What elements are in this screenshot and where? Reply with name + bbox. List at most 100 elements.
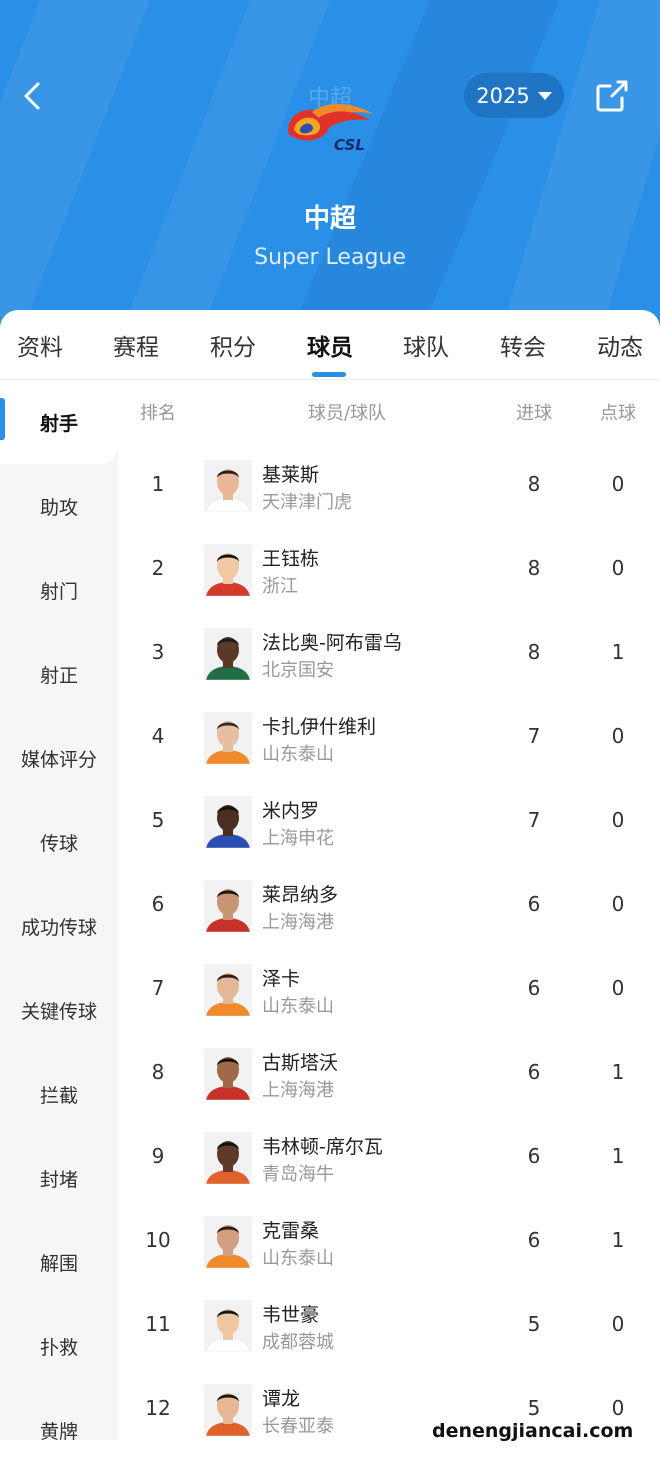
league-title-cn: 中超	[303, 204, 356, 234]
tab-schedule[interactable]: 赛程	[96, 328, 176, 362]
player-name: 王钰栋	[262, 548, 320, 570]
table-row[interactable]: 6 莱昂纳多 上海海港 6 0	[118, 866, 660, 950]
rank-cell: 11	[145, 1312, 171, 1336]
player-name: 韦世豪	[262, 1304, 320, 1326]
player-team: 青岛海牛	[262, 1164, 334, 1185]
player-name: 法比奥-阿布雷乌	[262, 632, 402, 654]
table-row[interactable]: 10 克雷桑 山东泰山 6 1	[118, 1202, 660, 1286]
watermark: denengjiancai.com	[432, 1420, 634, 1442]
penalties-cell: 0	[611, 976, 625, 1000]
sidebar-item-successful-passes[interactable]: 成功传球	[0, 884, 118, 968]
goals-cell: 5	[527, 1396, 541, 1420]
player-avatar	[204, 880, 252, 932]
tab-standings[interactable]: 积分	[193, 328, 273, 362]
caret-down-icon	[537, 91, 552, 100]
table-row[interactable]: 8 古斯塔沃 上海海港 6 1	[118, 1034, 660, 1118]
header-background-pattern	[0, 0, 660, 335]
player-team: 浙江	[262, 576, 298, 597]
player-team: 山东泰山	[262, 744, 334, 765]
goals-cell: 6	[527, 1060, 541, 1084]
active-tab-indicator	[312, 372, 346, 377]
tab-players[interactable]: 球员	[290, 328, 370, 362]
sidebar-item-goals[interactable]: 射手	[0, 380, 118, 464]
tab-transfers[interactable]: 转会	[483, 328, 563, 362]
league-header: 中超 CSL 2025 中超 Super League	[0, 0, 660, 335]
goals-cell: 6	[527, 1144, 541, 1168]
active-category-indicator	[0, 398, 5, 440]
goals-cell: 8	[527, 472, 541, 496]
table-row[interactable]: 1 基莱斯 天津津门虎 8 0	[118, 446, 660, 530]
penalties-cell: 0	[611, 808, 625, 832]
goals-cell: 7	[527, 724, 541, 748]
table-row[interactable]: 3 法比奥-阿布雷乌 北京国安 8 1	[118, 614, 660, 698]
back-button[interactable]	[14, 76, 54, 116]
penalties-cell: 0	[611, 892, 625, 916]
rank-cell: 1	[151, 472, 165, 496]
player-avatar	[204, 712, 252, 764]
table-row[interactable]: 9 韦林顿-席尔瓦 青岛海牛 6 1	[118, 1118, 660, 1202]
rank-cell: 2	[151, 556, 165, 580]
tab-teams[interactable]: 球队	[386, 328, 466, 362]
goals-cell: 8	[527, 640, 541, 664]
player-avatar	[204, 964, 252, 1016]
table-row[interactable]: 5 米内罗上海申花 7 0	[118, 782, 660, 866]
table-row[interactable]: 4 卡扎伊什维利 山东泰山 7 0	[118, 698, 660, 782]
player-avatar	[204, 1132, 252, 1184]
stat-category-sidebar: 射手 助攻 射门 射正 媒体评分 传球 成功传球 关键传球 拦截 封堵 解围 扑…	[0, 380, 118, 1443]
sidebar-item-blocks[interactable]: 封堵	[0, 1136, 118, 1220]
player-team: 上海申花	[262, 828, 334, 849]
player-team: 天津津门虎	[262, 492, 352, 513]
player-avatar	[204, 1384, 252, 1436]
csl-logo-text: CSL	[334, 136, 365, 154]
player-avatar	[204, 544, 252, 596]
share-button[interactable]	[592, 76, 632, 116]
rank-cell: 8	[151, 1060, 165, 1084]
player-name: 谭龙	[262, 1388, 301, 1410]
goals-cell: 6	[527, 1228, 541, 1252]
sidebar-item-passes[interactable]: 传球	[0, 800, 118, 884]
penalties-cell: 1	[611, 1144, 625, 1168]
goals-cell: 6	[527, 976, 541, 1000]
player-team: 上海海港	[262, 1080, 334, 1101]
penalties-cell: 0	[611, 724, 625, 748]
player-team: 长春亚泰	[262, 1416, 334, 1437]
header-goals: 进球	[516, 403, 552, 424]
player-name: 卡扎伊什维利	[262, 716, 377, 738]
sidebar-item-key-passes[interactable]: 关键传球	[0, 968, 118, 1052]
sidebar-item-assists[interactable]: 助攻	[0, 464, 118, 548]
header-player-team: 球员/球队	[307, 403, 387, 424]
table-row[interactable]: 11 韦世豪 成都蓉城 5 0	[118, 1286, 660, 1370]
sidebar-item-shots-on-target[interactable]: 射正	[0, 632, 118, 716]
goals-cell: 6	[527, 892, 541, 916]
penalties-cell: 0	[611, 1312, 625, 1336]
tab-news[interactable]: 动态	[580, 328, 660, 362]
sidebar-item-interceptions[interactable]: 拦截	[0, 1052, 118, 1136]
penalties-cell: 0	[611, 472, 625, 496]
sidebar-item-media-rating[interactable]: 媒体评分	[0, 716, 118, 800]
table-row[interactable]: 2 王钰栋 浙江 8 0	[118, 530, 660, 614]
tab-profile[interactable]: 资料	[0, 328, 80, 362]
sidebar-item-saves[interactable]: 扑救	[0, 1304, 118, 1388]
player-name: 古斯塔沃	[262, 1052, 339, 1074]
player-team: 山东泰山	[262, 996, 334, 1017]
sidebar-item-clearances[interactable]: 解围	[0, 1220, 118, 1304]
rank-cell: 5	[151, 808, 165, 832]
table-row[interactable]: 7 泽卡 山东泰山 6 0	[118, 950, 660, 1034]
penalties-cell: 0	[611, 1396, 625, 1420]
player-team: 上海海港	[262, 912, 334, 933]
player-avatar	[204, 1048, 252, 1100]
sidebar-item-shots[interactable]: 射门	[0, 548, 118, 632]
player-avatar	[204, 796, 252, 848]
season-value: 2025	[476, 83, 530, 108]
chevron-left-icon	[24, 82, 40, 110]
section-tabs: 资料 赛程 积分 球员 球队 转会 动态	[0, 310, 660, 380]
player-name: 泽卡	[262, 968, 301, 990]
player-name: 米内罗	[262, 800, 320, 822]
player-name: 克雷桑	[262, 1220, 320, 1242]
sidebar-item-yellow-cards[interactable]: 黄牌	[0, 1388, 118, 1467]
player-avatar	[204, 1216, 252, 1268]
rank-cell: 10	[145, 1228, 171, 1252]
player-avatar	[204, 460, 252, 512]
goals-cell: 7	[527, 808, 541, 832]
season-selector[interactable]: 2025	[464, 73, 564, 118]
